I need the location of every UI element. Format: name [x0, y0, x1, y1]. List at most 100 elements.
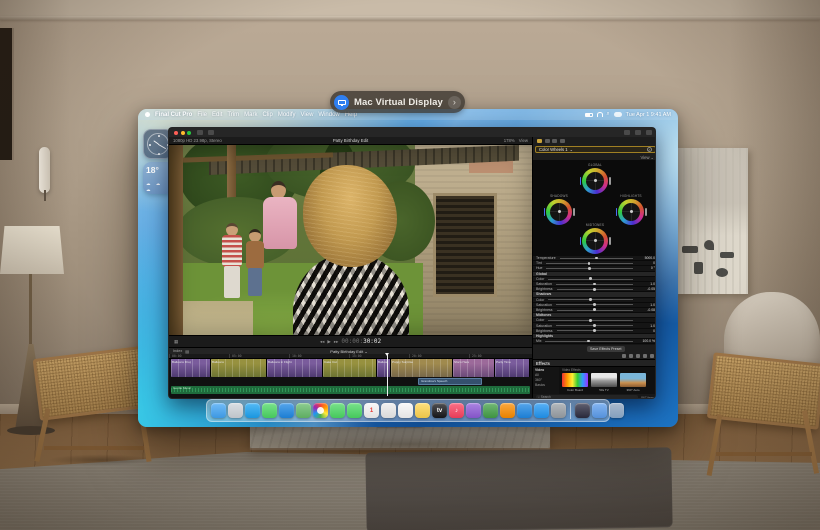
- timeline-clip[interactable]: Balloons in Flight: [267, 359, 323, 377]
- param-row-mix[interactable]: Mix100.0 %: [533, 339, 656, 344]
- timeline-music-clip[interactable]: Gentle Music: [171, 386, 530, 394]
- control-center-icon[interactable]: [614, 112, 622, 117]
- dock-keynote-icon[interactable]: [517, 403, 532, 418]
- timeline-clip[interactable]: Party Time: [495, 359, 530, 377]
- zoom-button[interactable]: [187, 131, 191, 135]
- dock-pages-icon[interactable]: [500, 403, 515, 418]
- room-ceiling: [0, 0, 820, 16]
- photos-browser-icon[interactable]: [622, 354, 626, 358]
- timecode: 30:02: [363, 338, 381, 345]
- final-cut-pro-window[interactable]: 1080p HD 23.98p, Stereo Patty Birthday E…: [168, 127, 656, 399]
- menu-clip[interactable]: Clip: [262, 112, 272, 118]
- timeline-project-tab[interactable]: Patty Birthday Edit: [330, 349, 363, 354]
- timeline-connected-clip[interactable]: Grandma's Speech: [418, 378, 482, 385]
- timeline-clip[interactable]: Balloons: [211, 359, 267, 377]
- dock-messages-icon[interactable]: [262, 403, 277, 418]
- color-inspector-tab-icon[interactable]: [537, 139, 542, 143]
- dock-settings-icon[interactable]: [551, 403, 566, 418]
- mac-virtual-display-pill[interactable]: Mac Virtual Display ›: [330, 91, 465, 113]
- timeline-clip[interactable]: Balloon: [377, 359, 391, 377]
- macos-dock[interactable]: 1 tv♪: [206, 399, 610, 422]
- effects-browser-icon[interactable]: [650, 354, 654, 358]
- dock-contacts-icon[interactable]: [381, 403, 396, 418]
- midtones-color-wheel[interactable]: [582, 228, 608, 254]
- shadows-color-wheel[interactable]: [546, 199, 572, 225]
- timeline-clip[interactable]: Puppy Surprise: [391, 359, 453, 377]
- timeline-toggle-icon[interactable]: [646, 130, 652, 135]
- generators-browser-icon[interactable]: [643, 354, 647, 358]
- dock-calendar-icon[interactable]: 1: [364, 403, 379, 418]
- audio-inspector-tab-icon[interactable]: [552, 139, 557, 143]
- index-button[interactable]: Index: [173, 349, 182, 353]
- dock-maps-icon[interactable]: [296, 403, 311, 418]
- media-browser-toggle-icon[interactable]: [635, 130, 641, 135]
- menu-view[interactable]: View: [301, 112, 314, 118]
- wifi-icon[interactable]: [597, 112, 603, 117]
- global-color-wheel[interactable]: [582, 168, 608, 194]
- minimize-button[interactable]: [181, 131, 185, 135]
- window-title-bar[interactable]: [169, 128, 656, 137]
- menu-edit[interactable]: Edit: [212, 112, 222, 118]
- color-correction-selector[interactable]: Color Wheels 1 ⌄ ✓: [535, 146, 656, 153]
- dock-final-cut-pro-icon[interactable]: [575, 403, 590, 418]
- timeline-primary-storyline: Balloons DropBalloonsBalloons in FlightC…: [171, 359, 530, 377]
- effect-360-auto[interactable]: 360° Auto: [620, 373, 646, 392]
- menu-trim[interactable]: Trim: [227, 112, 239, 118]
- clip-appearance-icon[interactable]: ▤: [185, 349, 189, 354]
- dock-mail-icon[interactable]: [279, 403, 294, 418]
- effect-color-board[interactable]: Color Board: [562, 373, 588, 392]
- effects-sidebar[interactable]: VideoAll360°Basics: [533, 367, 559, 394]
- dock-safari-icon[interactable]: [245, 403, 260, 418]
- dock-reminders-icon[interactable]: [398, 403, 413, 418]
- dock-phone-icon[interactable]: [347, 403, 362, 418]
- close-button[interactable]: [174, 131, 178, 135]
- apple-menu-icon[interactable]: [145, 112, 150, 118]
- timecode-prefix: 00:00:: [341, 338, 363, 345]
- keyword-editor-icon[interactable]: [208, 130, 214, 135]
- dock-tv-icon[interactable]: tv: [432, 403, 447, 418]
- menu-bar-clock[interactable]: Tue Apr 1 9:41 AM: [626, 112, 671, 118]
- save-effects-preset-button[interactable]: Save Effects Preset: [587, 346, 625, 352]
- menu-file[interactable]: File: [197, 112, 207, 118]
- highlights-color-wheel[interactable]: [618, 199, 644, 225]
- effect-enabled-toggle[interactable]: ✓: [647, 147, 652, 152]
- pill-label: Mac Virtual Display: [354, 97, 443, 108]
- dock-music-icon[interactable]: ♪: [449, 403, 464, 418]
- dock-facetime-icon[interactable]: [330, 403, 345, 418]
- viewer-header: 1080p HD 23.98p, Stereo Patty Birthday E…: [169, 137, 532, 145]
- music-browser-icon[interactable]: [629, 354, 633, 358]
- dock-trash-icon[interactable]: [609, 403, 624, 418]
- dock-finder-icon[interactable]: [211, 403, 226, 418]
- menu-app-name[interactable]: Final Cut Pro: [155, 112, 192, 118]
- inspector-toggle-icon[interactable]: [624, 130, 630, 135]
- browser-toggle-icon[interactable]: [197, 130, 203, 135]
- timeline-clip[interactable]: Balloons Drop: [171, 359, 211, 377]
- menu-modify[interactable]: Modify: [278, 112, 296, 118]
- timeline-clip[interactable]: She's Here: [453, 359, 495, 377]
- dock-app-store-icon[interactable]: [534, 403, 549, 418]
- dock-notes-icon[interactable]: [415, 403, 430, 418]
- dock-downloads-icon[interactable]: [592, 403, 607, 418]
- dock-photos-icon[interactable]: [313, 403, 328, 418]
- info-inspector-tab-icon[interactable]: [560, 139, 565, 143]
- titles-browser-icon[interactable]: [636, 354, 640, 358]
- skip-forward-icon[interactable]: ▸▸: [334, 339, 339, 345]
- inspector-view-menu[interactable]: View: [640, 155, 649, 160]
- chevron-right-icon[interactable]: ›: [448, 96, 461, 109]
- timeline-clip[interactable]: Cake Cut: [323, 359, 377, 377]
- effects-category-basics[interactable]: Basics: [535, 383, 557, 388]
- battery-icon[interactable]: [585, 113, 593, 117]
- playhead[interactable]: [387, 354, 388, 396]
- mac-virtual-display-screen[interactable]: Final Cut Pro File Edit Trim Mark Clip Modify…: [138, 109, 678, 427]
- dock-podcasts-icon[interactable]: [466, 403, 481, 418]
- menu-mark[interactable]: Mark: [244, 112, 257, 118]
- video-inspector-tab-icon[interactable]: [545, 139, 550, 143]
- menu-bar-menus: FileEditTrimMarkClipModifyViewWindowHelp: [197, 112, 357, 118]
- dock-numbers-icon[interactable]: [483, 403, 498, 418]
- skip-back-icon[interactable]: ◂◂: [320, 339, 325, 345]
- play-icon[interactable]: ▶: [327, 339, 330, 345]
- dock-launchpad-icon[interactable]: [228, 403, 243, 418]
- effect-50s-tv[interactable]: 50s TV: [591, 373, 617, 392]
- crown-molding: [0, 16, 820, 20]
- spotlight-icon[interactable]: ⌕: [607, 111, 610, 118]
